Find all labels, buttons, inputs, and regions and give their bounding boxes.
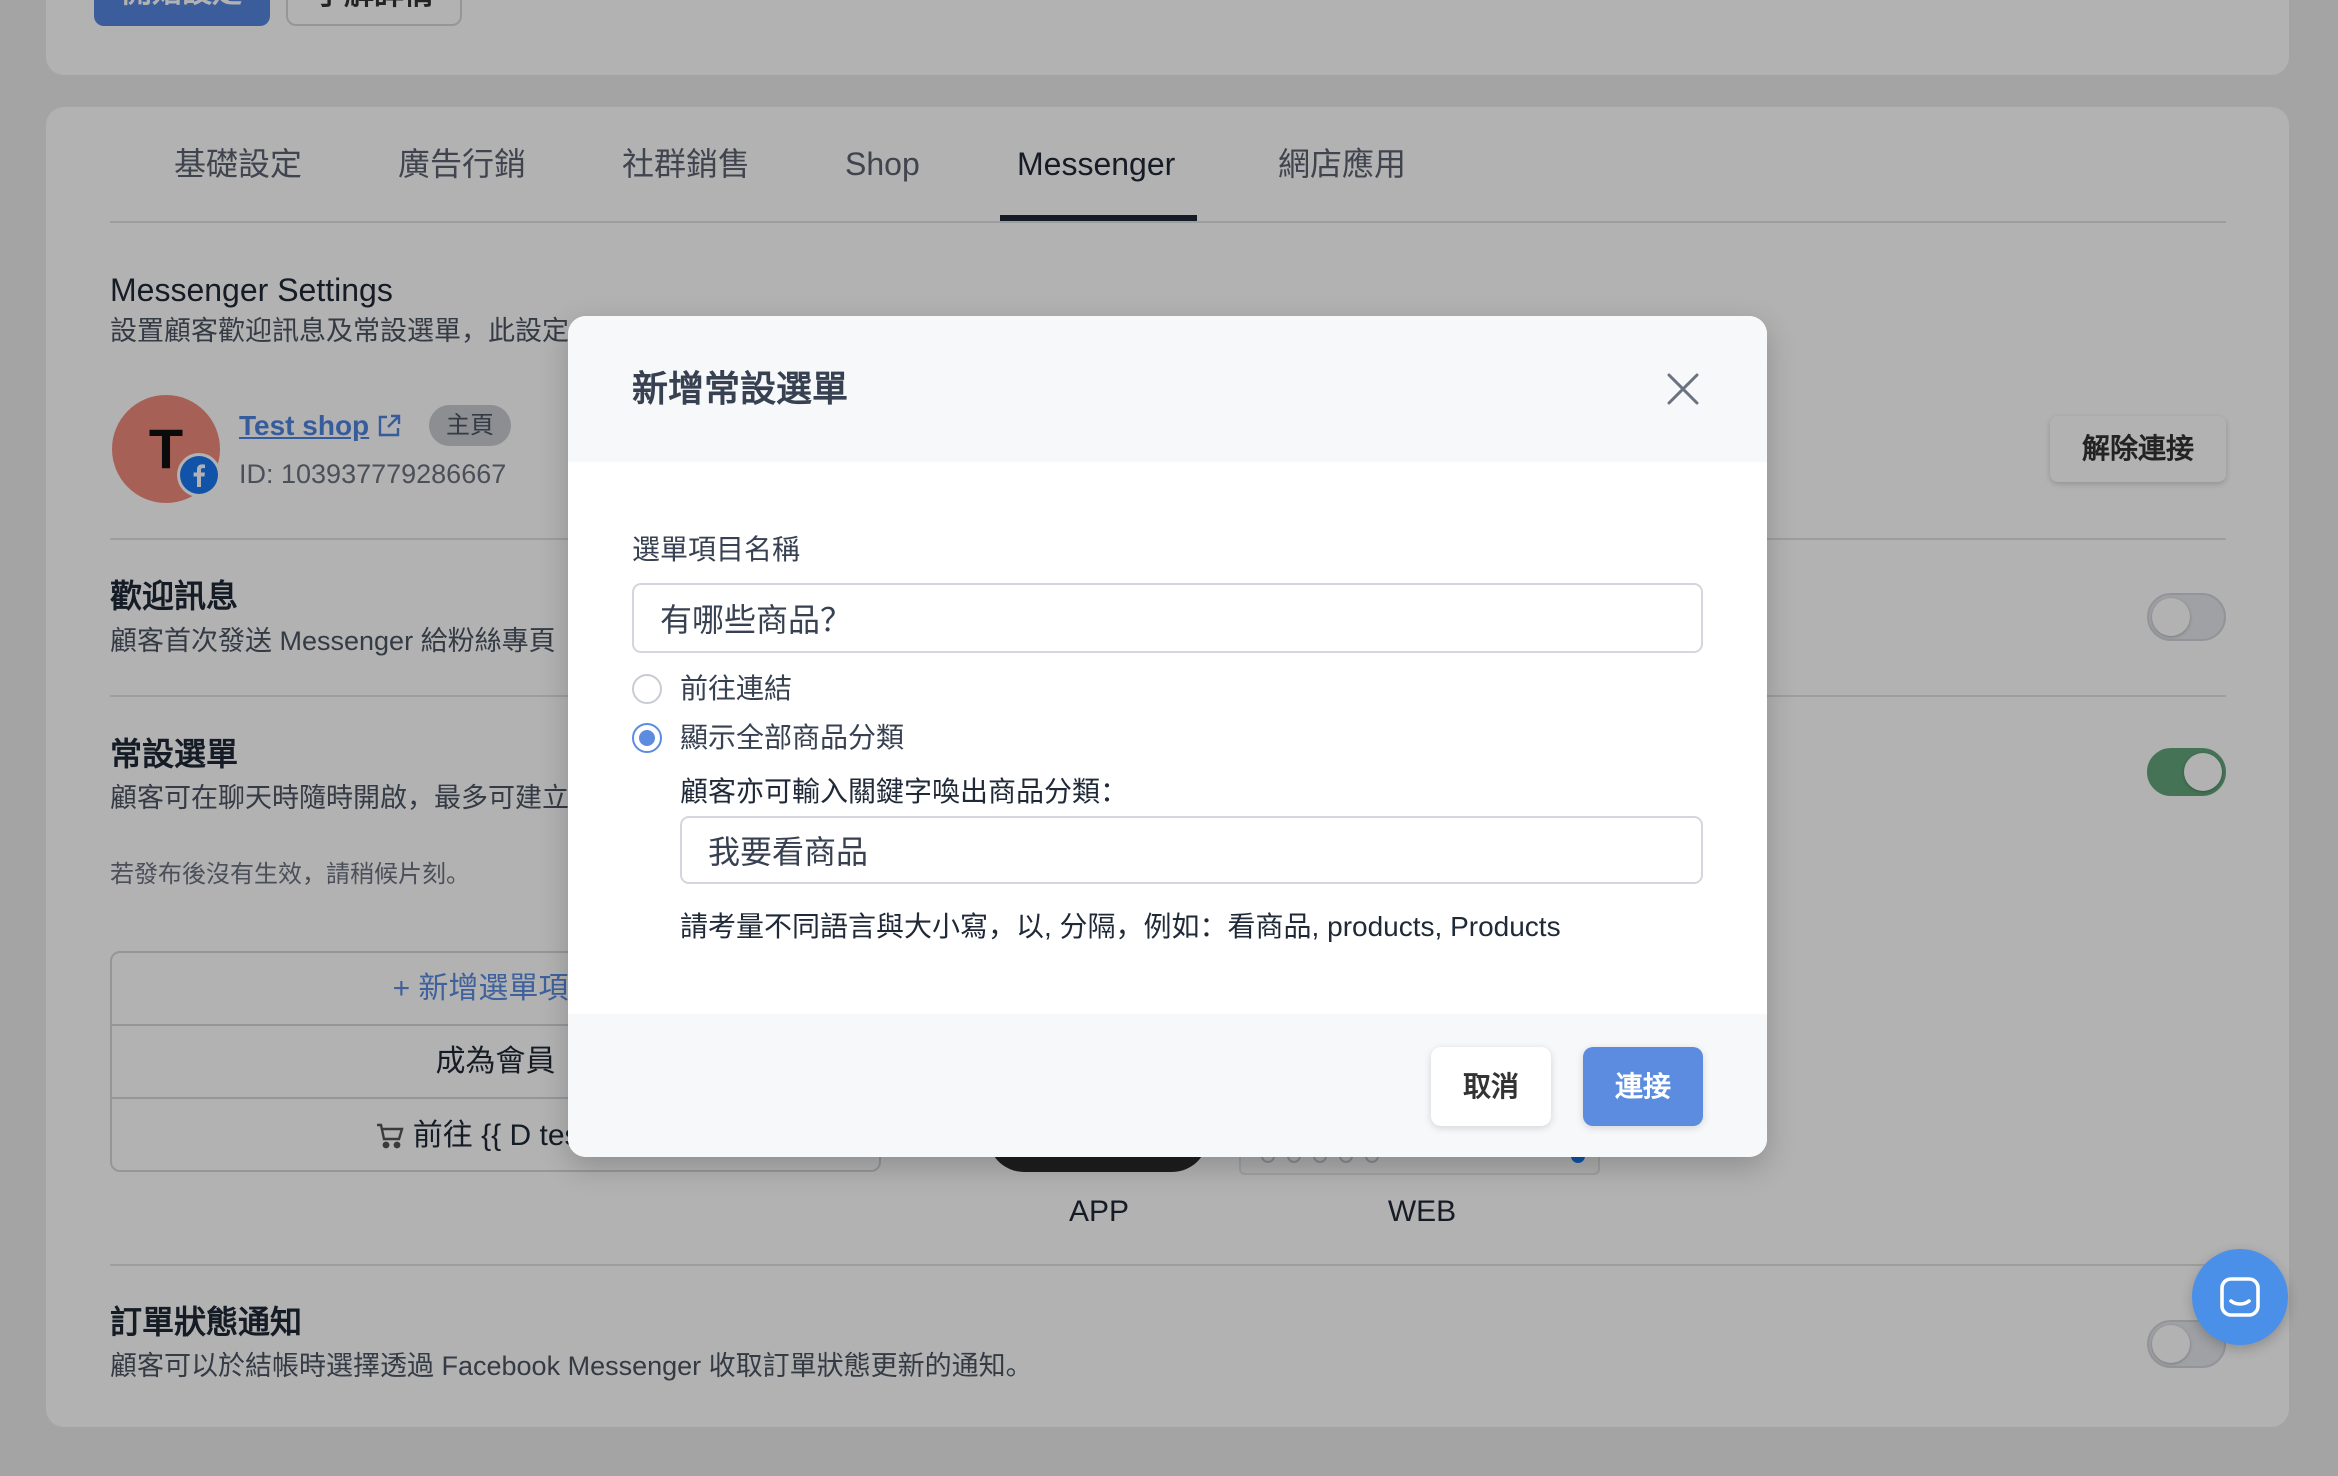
keyword-help-text: 請考量不同語言與大小寫，以, 分隔，例如：看商品, products, Prod… <box>680 911 1561 942</box>
go-to-link-radio[interactable] <box>632 674 662 704</box>
chat-icon <box>2220 1277 2260 1317</box>
cancel-button[interactable]: 取消 <box>1431 1047 1551 1126</box>
go-to-link-label[interactable]: 前往連結 <box>680 672 792 706</box>
connect-button[interactable]: 連接 <box>1583 1047 1703 1126</box>
add-persistent-menu-dialog: 新增常設選單 選單項目名稱 有哪些商品？ 前往連結 顯示全部商品分類 顧客亦可輸… <box>568 316 1767 1157</box>
show-all-categories-label[interactable]: 顯示全部商品分類 <box>680 721 904 755</box>
keyword-input[interactable]: 我要看商品 <box>680 816 1703 884</box>
dialog-title: 新增常設選單 <box>632 368 849 409</box>
close-icon[interactable] <box>1665 371 1701 407</box>
chat-support-button[interactable] <box>2192 1249 2288 1345</box>
item-name-input[interactable]: 有哪些商品？ <box>632 583 1703 653</box>
keyword-label: 顧客亦可輸入關鍵字喚出商品分類： <box>680 776 1129 807</box>
show-all-categories-radio[interactable] <box>632 723 662 753</box>
item-name-label: 選單項目名稱 <box>632 534 801 565</box>
